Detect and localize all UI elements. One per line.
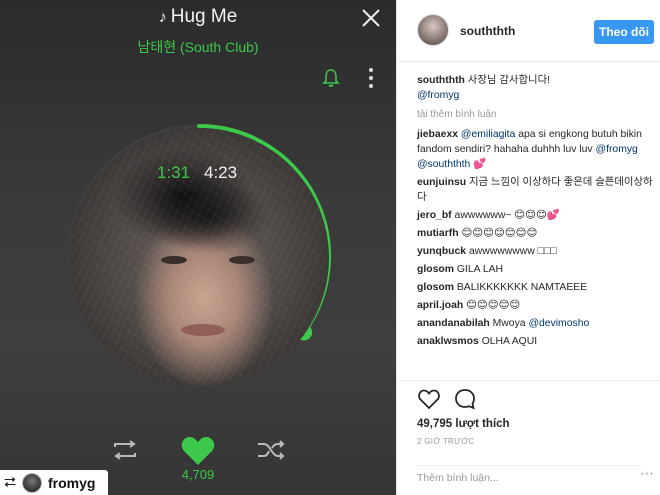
comment-text: Mwoya bbox=[492, 318, 526, 329]
song-title: ♪ Hug Me bbox=[0, 6, 396, 28]
avatar[interactable] bbox=[417, 14, 449, 46]
comment-mention[interactable]: @devimosho bbox=[528, 318, 589, 329]
post-timestamp: 2 GIỜ TRƯỚC bbox=[417, 437, 475, 446]
song-title-text: Hug Me bbox=[170, 6, 238, 27]
caption-text: 사장님 감사합니다! bbox=[467, 75, 551, 86]
screenshot: ♪ Hug Me 남태현 (South Club) 1:31 4:23 4,70… bbox=[0, 0, 660, 495]
comment-emoji: 💕 bbox=[473, 159, 487, 170]
add-comment-area bbox=[417, 465, 641, 487]
add-comment-input[interactable] bbox=[417, 472, 641, 484]
album-art bbox=[69, 128, 329, 388]
more-options-icon[interactable]: ⋯ bbox=[640, 465, 654, 485]
comment-list: souththth 사장님 감사합니다! @fromyg tải thêm bì… bbox=[417, 73, 657, 352]
comment-text: GILA LAH bbox=[456, 264, 504, 275]
music-player-image: ♪ Hug Me 남태현 (South Club) 1:31 4:23 4,70… bbox=[0, 0, 396, 495]
shuffle-icon[interactable] bbox=[256, 439, 286, 461]
comment-username[interactable]: glosom bbox=[417, 264, 454, 275]
post-caption: souththth 사장님 감사합니다! @fromyg bbox=[417, 73, 657, 103]
comment-text: OLHA AQUI bbox=[481, 336, 538, 347]
action-icons bbox=[417, 387, 477, 413]
comment-username[interactable]: anandanabilah bbox=[417, 318, 490, 329]
follow-button[interactable]: Theo dõi bbox=[594, 20, 654, 44]
comment-username[interactable]: glosom bbox=[417, 282, 454, 293]
list-item: jero_bf awwwwww~ 😊😊😊💕 bbox=[417, 208, 657, 223]
music-note-icon: ♪ bbox=[158, 9, 167, 26]
heart-icon[interactable] bbox=[180, 435, 216, 467]
comment-username[interactable]: mutiarfh bbox=[417, 228, 459, 239]
list-item: glosom GILA LAH bbox=[417, 262, 657, 277]
list-item: eunjuinsu 지금 느낌이 이상하다 좋은데 슬픈데이상하다 bbox=[417, 175, 657, 205]
caption-mention[interactable]: @fromyg bbox=[417, 90, 459, 101]
comment-text: 😊😊😊😊😊😊😊 bbox=[461, 228, 538, 239]
comment-username[interactable]: jero_bf bbox=[417, 210, 452, 221]
list-item: jiebaexx @emiliagita apa si engkong butu… bbox=[417, 127, 657, 172]
post-header: souththth Theo dõi bbox=[397, 0, 660, 62]
close-icon[interactable] bbox=[361, 8, 381, 28]
comment-username[interactable]: yunqbuck bbox=[417, 246, 466, 257]
list-item: yunqbuck awwwwwwww □□□ bbox=[417, 244, 657, 259]
post-panel: souththth Theo dõi souththth 사장님 감사합니다! … bbox=[396, 0, 660, 495]
time-current: 1:31 bbox=[157, 163, 191, 182]
bell-icon[interactable] bbox=[321, 68, 341, 88]
kebab-menu-icon[interactable] bbox=[367, 68, 375, 90]
post-like-count[interactable]: 49,795 lượt thích bbox=[417, 418, 510, 430]
list-item: april.joah 😊😊😊😊😊 bbox=[417, 298, 657, 313]
comment-username[interactable]: jiebaexx bbox=[417, 129, 458, 140]
load-more-comments-link[interactable]: tải thêm bình luận bbox=[417, 107, 657, 122]
repost-avatar bbox=[22, 472, 43, 493]
list-item: glosom BALIKKKKKKK NAMTAEEE bbox=[417, 280, 657, 295]
time-total: 4:23 bbox=[204, 163, 238, 182]
post-author-username[interactable]: souththth bbox=[460, 24, 515, 38]
comment-username[interactable]: anaklwsmos bbox=[417, 336, 479, 347]
comment-text: BALIKKKKKKK NAMTAEEE bbox=[456, 282, 588, 293]
caption-username[interactable]: souththth bbox=[417, 75, 465, 86]
comment-text: awwwwww~ 😊😊😊💕 bbox=[454, 210, 560, 221]
artist-name: 남태현 (South Club) bbox=[137, 39, 259, 55]
like-heart-icon[interactable] bbox=[417, 387, 441, 411]
list-item: anandanabilah Mwoya @devimosho bbox=[417, 316, 657, 331]
repost-badge: ⮂ fromyg bbox=[0, 470, 108, 495]
comment-text: awwwwwwww □□□ bbox=[468, 246, 557, 257]
comment-bubble-icon[interactable] bbox=[453, 387, 477, 411]
list-item: anaklwsmos OLHA AQUI bbox=[417, 334, 657, 349]
comment-username[interactable]: eunjuinsu bbox=[417, 177, 466, 188]
repeat-icon[interactable] bbox=[110, 439, 140, 461]
post-actions: 49,795 lượt thích 2 GIỜ TRƯỚC ⋯ bbox=[397, 380, 660, 495]
repost-username: fromyg bbox=[48, 474, 96, 491]
repost-icon: ⮂ bbox=[4, 474, 17, 491]
comment-username[interactable]: april.joah bbox=[417, 300, 463, 311]
list-item: mutiarfh 😊😊😊😊😊😊😊 bbox=[417, 226, 657, 241]
comment-text: 😊😊😊😊😊 bbox=[466, 300, 521, 311]
comment-mention[interactable]: @emiliagita bbox=[461, 129, 515, 140]
